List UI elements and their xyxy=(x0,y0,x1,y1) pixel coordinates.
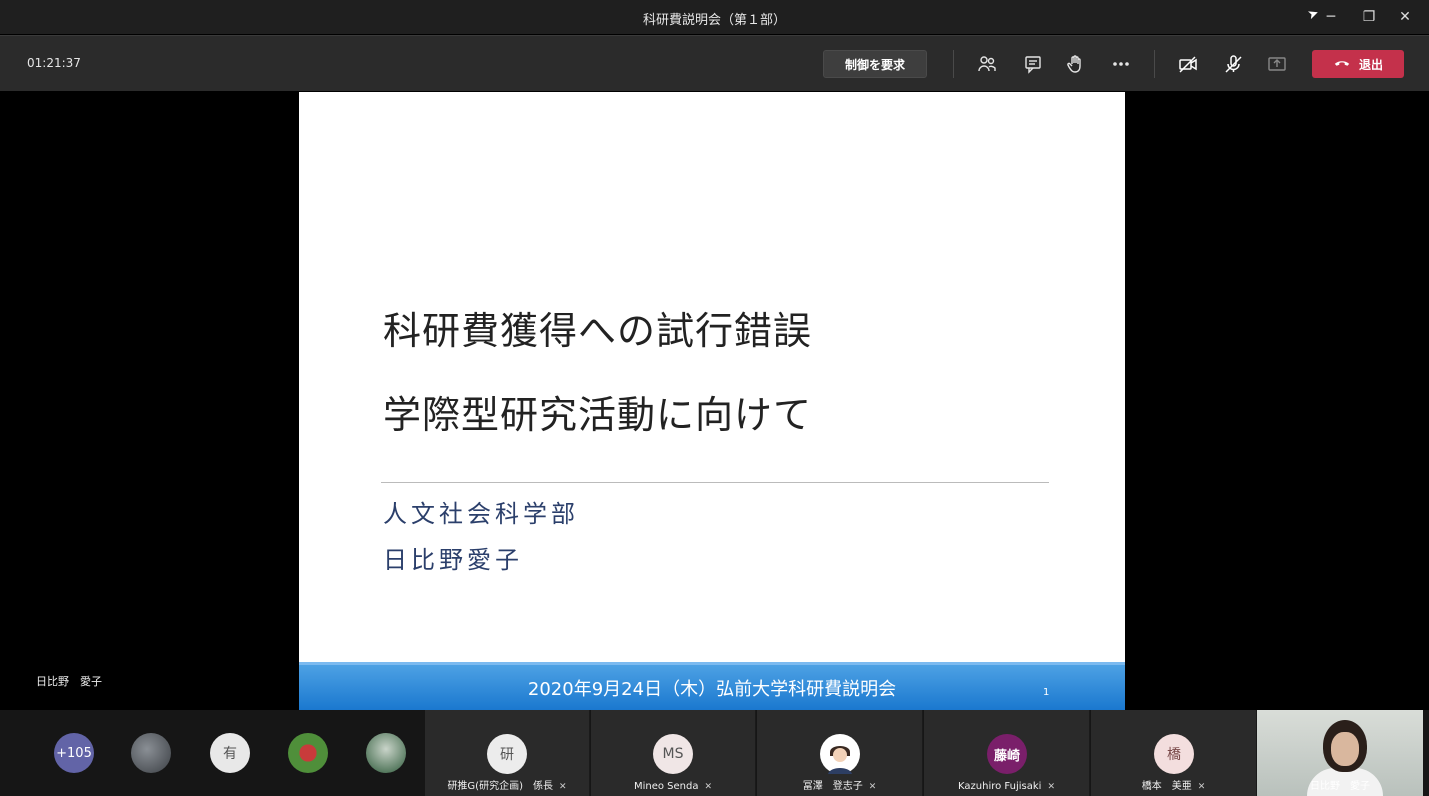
meeting-timer: 01:21:37 xyxy=(27,56,81,70)
participant-tile[interactable]: 橋 橋本 美亜 ✕ xyxy=(1091,710,1257,796)
participant-avatar: 橋 xyxy=(1154,734,1194,774)
participant-tile[interactable]: 冨澤 登志子 ✕ xyxy=(757,710,923,796)
participant-tile[interactable]: MS Mineo Senda ✕ xyxy=(591,710,756,796)
participants-icon[interactable] xyxy=(973,50,1001,78)
muted-mic-icon: ✕ xyxy=(1197,782,1206,792)
participant-avatar: 藤崎 xyxy=(987,734,1027,774)
presenter-name-label: 日比野 愛子 xyxy=(36,675,102,688)
self-name: 日比野 愛子 xyxy=(1310,781,1370,792)
microphone-off-icon[interactable] xyxy=(1219,50,1247,78)
participant-avatar: MS xyxy=(653,734,693,774)
presentation-slide: 科研費獲得への試行錯誤 学際型研究活動に向けて 人文社会科学部 日比野愛子 20… xyxy=(299,92,1125,710)
muted-mic-icon: ✕ xyxy=(704,782,713,792)
participant-strip: +105 有 研 研推G(研究企画) 係長 ✕ MS Mineo Senda ✕ 冨… xyxy=(0,710,1429,796)
participant-name: 研推G(研究企画) 係長 ✕ xyxy=(447,781,567,792)
overflow-participants-badge[interactable]: +105 xyxy=(54,733,94,773)
participant-avatar[interactable]: 有 xyxy=(210,733,250,773)
share-screen-icon[interactable] xyxy=(1263,50,1291,78)
restore-icon[interactable]: ❐ xyxy=(1356,5,1382,29)
toolbar-divider xyxy=(1154,50,1155,78)
slide-footer: 2020年9月24日（木）弘前大学科研費説明会 1 xyxy=(299,662,1125,710)
minimize-icon[interactable]: ─ xyxy=(1318,5,1344,29)
participant-avatar-photo[interactable] xyxy=(288,733,328,773)
slide-footer-text: 2020年9月24日（木）弘前大学科研費説明会 xyxy=(527,679,897,700)
muted-mic-icon: ✕ xyxy=(868,782,877,792)
slide-subtitle: 学際型研究活動に向けて xyxy=(383,393,813,437)
slide-divider xyxy=(381,482,1049,483)
slide-page-number: 1 xyxy=(1043,687,1050,698)
shared-content-stage: 科研費獲得への試行錯誤 学際型研究活動に向けて 人文社会科学部 日比野愛子 20… xyxy=(0,92,1429,710)
leave-button[interactable]: 退出 xyxy=(1312,50,1404,78)
participant-name: Mineo Senda ✕ xyxy=(633,781,713,792)
leave-button-label: 退出 xyxy=(1358,57,1383,72)
participant-tile[interactable]: 藤崎 Kazuhiro Fujisaki ✕ xyxy=(924,710,1090,796)
participant-avatar-photo[interactable] xyxy=(131,733,171,773)
raise-hand-icon[interactable] xyxy=(1062,50,1090,78)
meeting-toolbar: 01:21:37 制御を要求 退出 xyxy=(0,35,1429,91)
muted-mic-icon: ✕ xyxy=(1047,782,1055,792)
slide-title: 科研費獲得への試行錯誤 xyxy=(383,309,813,353)
title-bar: 科研費説明会（第１部） ➤ ─ ❐ ✕ xyxy=(0,0,1429,34)
more-options-icon[interactable] xyxy=(1107,50,1135,78)
slide-department: 人文社会科学部 xyxy=(383,500,579,528)
participant-name: 橋本 美亜 ✕ xyxy=(1141,781,1206,792)
request-control-button[interactable]: 制御を要求 xyxy=(823,50,927,78)
participant-avatar-illustration xyxy=(820,734,860,774)
participant-avatar-photo[interactable] xyxy=(366,733,406,773)
participant-avatar: 研 xyxy=(487,734,527,774)
hang-up-icon xyxy=(1333,54,1351,75)
window-title: 科研費説明会（第１部） xyxy=(642,13,786,28)
toolbar-divider xyxy=(953,50,954,78)
participant-name: 冨澤 登志子 ✕ xyxy=(802,781,877,792)
participant-tile[interactable]: 研 研推G(研究企画) 係長 ✕ xyxy=(425,710,590,796)
self-video-tile[interactable]: 日比野 愛子 xyxy=(1257,710,1423,796)
camera-off-icon[interactable] xyxy=(1174,50,1202,78)
participant-name: Kazuhiro Fujisaki ✕ xyxy=(958,781,1055,792)
slide-author: 日比野愛子 xyxy=(383,546,523,574)
close-icon[interactable]: ✕ xyxy=(1392,5,1418,29)
chat-icon[interactable] xyxy=(1019,50,1047,78)
muted-mic-icon: ✕ xyxy=(559,782,567,792)
